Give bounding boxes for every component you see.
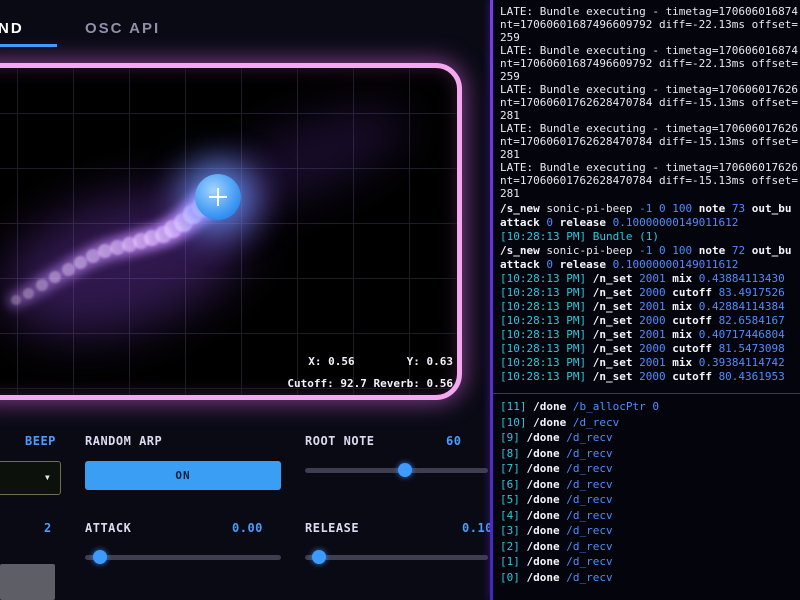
cropped-button[interactable] — [0, 564, 55, 600]
slider-track[interactable] — [85, 555, 281, 560]
log-line: 259 — [500, 31, 800, 44]
log-late-section: LATE: Bundle executing - timetag=1706060… — [500, 5, 800, 200]
log-line: 281 — [500, 187, 800, 200]
crosshair-icon — [217, 188, 219, 206]
left-cropped-value: 2 — [44, 521, 52, 535]
log-line: [10:28:13 PM] /n_set 2001 mix 0.40717446… — [500, 328, 800, 342]
slider-track[interactable] — [305, 555, 488, 560]
tab-active-underline — [0, 44, 57, 47]
attack-label: ATTACK — [85, 521, 131, 535]
chevron-down-icon: ▾ — [44, 470, 51, 484]
slider-track[interactable] — [305, 468, 488, 473]
log-line: [10:28:13 PM] /n_set 2001 mix 0.39384114… — [500, 356, 800, 370]
log-line: nt=17060601762628470784 diff=-15.13ms of… — [500, 96, 800, 109]
log-osc-section: /s_new sonic-pi-beep -1 0 100 note 73 ou… — [500, 202, 800, 384]
log-line: [10:28:13 PM] /n_set 2000 cutoff 83.4917… — [500, 286, 800, 300]
log-line: 281 — [500, 109, 800, 122]
root-note-label: ROOT NOTE — [305, 434, 375, 448]
log-section-divider — [493, 393, 800, 394]
root-note-slider[interactable] — [305, 463, 488, 477]
log-line: [3] /done /d_recv — [500, 523, 800, 539]
log-line: nt=17060601762628470784 diff=-15.13ms of… — [500, 174, 800, 187]
release-label: RELEASE — [305, 521, 359, 535]
trail-blob — [49, 271, 61, 283]
synth-label: BEEP — [25, 434, 56, 448]
log-line: LATE: Bundle executing - timetag=1706060… — [500, 5, 800, 18]
log-line: attack 0 release 0.10000000149011612 — [500, 216, 800, 230]
log-line: LATE: Bundle executing - timetag=1706060… — [500, 83, 800, 96]
log-line: [10] /done /d_recv — [500, 415, 800, 431]
trail-blob — [23, 288, 34, 299]
log-line: nt=17060601687496609792 diff=-22.13ms of… — [500, 18, 800, 31]
log-line: [4] /done /d_recv — [500, 508, 800, 524]
pad-y-value: Y: 0.63 — [407, 355, 453, 368]
log-line: [1] /done /d_recv — [500, 554, 800, 570]
log-line: /s_new sonic-pi-beep -1 0 100 note 73 ou… — [500, 202, 800, 216]
log-line: 281 — [500, 148, 800, 161]
trail-blob — [62, 263, 75, 276]
release-value: 0.10 — [462, 521, 490, 535]
pad-x-value: X: 0.56 — [308, 355, 354, 368]
log-line: [6] /done /d_recv — [500, 477, 800, 493]
pad-readout: X: 0.56 Y: 0.63 Cutoff: 92.7 Reverb: 0.5… — [287, 355, 453, 390]
xy-cursor[interactable] — [195, 174, 241, 220]
log-line: [10:28:13 PM] /n_set 2000 cutoff 81.5473… — [500, 342, 800, 356]
log-line: [7] /done /d_recv — [500, 461, 800, 477]
tab-sound[interactable]: ND — [0, 20, 24, 37]
slider-thumb[interactable] — [312, 550, 326, 564]
release-slider[interactable] — [305, 550, 488, 564]
trail-blob — [74, 256, 87, 269]
random-arp-on-button[interactable]: ON — [85, 461, 281, 490]
log-line: [11] /done /b_allocPtr 0 — [500, 399, 800, 415]
log-done-section: [11] /done /b_allocPtr 0[10] /done /d_re… — [500, 399, 800, 585]
synth-dropdown[interactable]: ▾ — [0, 461, 61, 495]
log-line: LATE: Bundle executing - timetag=1706060… — [500, 44, 800, 57]
log-line: [10:28:13 PM] /n_set 2000 cutoff 82.6584… — [500, 314, 800, 328]
log-line: attack 0 release 0.10000000149011612 — [500, 258, 800, 272]
tab-osc-api[interactable]: OSC API — [85, 20, 160, 37]
slider-thumb[interactable] — [93, 550, 107, 564]
log-line: nt=17060601762628470784 diff=-15.13ms of… — [500, 135, 800, 148]
log-line: /s_new sonic-pi-beep -1 0 100 note 72 ou… — [500, 244, 800, 258]
random-arp-label: RANDOM ARP — [85, 434, 162, 448]
log-line: [10:28:13 PM] /n_set 2000 cutoff 80.4361… — [500, 370, 800, 384]
log-line: LATE: Bundle executing - timetag=1706060… — [500, 122, 800, 135]
xy-pad[interactable]: X: 0.56 Y: 0.63 Cutoff: 92.7 Reverb: 0.5… — [0, 63, 462, 400]
log-line: [5] /done /d_recv — [500, 492, 800, 508]
log-line: [10:28:13 PM] Bundle (1) — [500, 230, 800, 244]
trail-blob — [36, 279, 48, 291]
log-panel[interactable]: LATE: Bundle executing - timetag=1706060… — [493, 0, 800, 600]
trail-blob — [11, 295, 21, 305]
xy-grid — [0, 68, 457, 395]
pad-cutoff-reverb-value: Cutoff: 92.7 Reverb: 0.56 — [287, 377, 453, 390]
log-line: [10:28:13 PM] /n_set 2001 mix 0.42884114… — [500, 300, 800, 314]
left-panel: ND OSC API X: 0.56 Y: 0.63 Cutoff: 92.7 … — [0, 0, 490, 600]
log-line: 259 — [500, 70, 800, 83]
log-line: [10:28:13 PM] /n_set 2001 mix 0.43884113… — [500, 272, 800, 286]
log-line: nt=17060601687496609792 diff=-22.13ms of… — [500, 57, 800, 70]
log-line: [0] /done /d_recv — [500, 570, 800, 586]
slider-thumb[interactable] — [398, 463, 412, 477]
log-line: LATE: Bundle executing - timetag=1706060… — [500, 161, 800, 174]
log-line: [2] /done /d_recv — [500, 539, 800, 555]
attack-value: 0.00 — [232, 521, 263, 535]
root-note-value: 60 — [446, 434, 461, 448]
attack-slider[interactable] — [85, 550, 281, 564]
log-line: [9] /done /d_recv — [500, 430, 800, 446]
log-line: [8] /done /d_recv — [500, 446, 800, 462]
